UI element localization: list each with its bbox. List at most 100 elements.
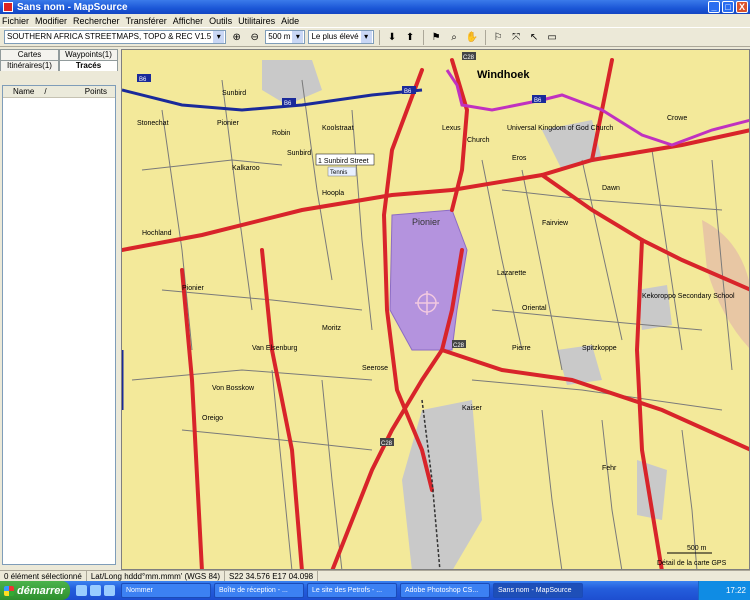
taskbar: démarrer Nommer Boîte de réception - ...… — [0, 581, 750, 600]
shield-b6: B6 — [284, 101, 292, 107]
quick-launch-icon[interactable] — [76, 585, 87, 596]
detail-label: Détail de la carte GPS — [657, 560, 727, 567]
close-button[interactable]: X — [736, 1, 748, 13]
column-sort[interactable]: / — [34, 86, 46, 97]
hand-tool-icon[interactable]: ✋ — [465, 30, 480, 45]
start-button[interactable]: démarrer — [0, 581, 70, 600]
shield-b6: B6 — [139, 77, 147, 83]
cursor-coordinates: S22 34.576 E17 04.098 — [225, 571, 319, 581]
menu-bar: Fichier Modifier Rechercher Transférer A… — [0, 14, 750, 27]
toolbar: SOUTHERN AFRICA STREETMAPS, TOPO & REC V… — [0, 27, 750, 47]
zoom-tool-icon[interactable]: ⌕ — [447, 30, 462, 45]
menu-rechercher[interactable]: Rechercher — [73, 16, 120, 26]
menu-afficher[interactable]: Afficher — [173, 16, 203, 26]
menu-modifier[interactable]: Modifier — [35, 16, 67, 26]
send-to-device-icon[interactable]: ⬆ — [403, 30, 418, 45]
clock[interactable]: 17:22 — [726, 586, 746, 595]
street-label: Sunbird — [222, 90, 246, 97]
street-label: Pionier — [182, 285, 204, 292]
tracks-list[interactable]: Name / Points — [2, 85, 116, 565]
quick-launch-icon[interactable] — [104, 585, 115, 596]
task-button[interactable]: Nommer — [121, 583, 211, 598]
menu-aide[interactable]: Aide — [281, 16, 299, 26]
task-button[interactable]: Adobe Photoshop CS... — [400, 583, 490, 598]
windows-flag-icon — [4, 585, 14, 596]
place-label: Lexus — [442, 125, 461, 132]
waypoint-sub: Tennis — [330, 170, 347, 176]
menu-outils[interactable]: Outils — [209, 16, 232, 26]
street-label: Pionier — [217, 120, 239, 127]
zoom-in-icon[interactable]: ⊕ — [229, 30, 244, 45]
column-points[interactable]: Points — [75, 86, 115, 97]
start-label: démarrer — [17, 584, 65, 597]
menu-utilitaires[interactable]: Utilitaires — [238, 16, 275, 26]
street-label: Fehr — [602, 465, 617, 472]
shield-c28: C28 — [381, 441, 393, 447]
street-label: Robin — [272, 130, 290, 137]
waypoint-tool-icon[interactable]: ⚐ — [491, 30, 506, 45]
coordinate-format: Lat/Long hddd°mm.mmm' (WGS 84) — [87, 571, 226, 581]
toolbar-separator — [422, 29, 424, 45]
receive-from-device-icon[interactable]: ⬇ — [385, 30, 400, 45]
street-label: Von Bosskow — [212, 385, 255, 392]
school-area — [637, 285, 672, 330]
map-view[interactable]: B6 B6 B6 B6 C28 C28 C28 Pionier Windhoek… — [121, 49, 750, 570]
street-label: Hoopla — [322, 190, 344, 197]
street-label: Hochland — [142, 230, 172, 237]
task-button[interactable]: Le site des Petrofs - ... — [307, 583, 397, 598]
tab-waypoints[interactable]: Waypoints(1) — [59, 49, 118, 60]
title-bar: Sans nom - MapSource _ □ X — [0, 0, 750, 14]
sidebar-tabs: Cartes Waypoints(1) Itinéraires(1) Tracé… — [0, 49, 118, 71]
street-label: Spitzkoppe — [582, 345, 617, 352]
route-tool-icon[interactable]: ⤧ — [509, 30, 524, 45]
detail-select[interactable]: Le plus élevé — [308, 30, 374, 44]
street-label: Koolstraat — [322, 125, 354, 132]
area-label: Windhoek — [477, 69, 530, 81]
map-tool-icon[interactable]: ⚑ — [429, 30, 444, 45]
task-button[interactable]: Boîte de réception - ... — [214, 583, 304, 598]
street-label: Seerose — [362, 365, 388, 372]
place-label: Kekoroppo Secondary School — [642, 293, 735, 300]
street-label: Oriental — [522, 305, 547, 312]
street-label: Oreigo — [202, 415, 223, 422]
selection-tool-icon[interactable]: ↖ — [527, 30, 542, 45]
list-header: Name / Points — [3, 86, 115, 98]
maximize-button[interactable]: □ — [722, 1, 734, 13]
waypoint-name: 1 Sunbird Street — [318, 158, 369, 165]
street-label: Fairview — [542, 220, 569, 227]
quick-launch-icon[interactable] — [90, 585, 101, 596]
toolbar-separator — [378, 29, 380, 45]
tab-traces[interactable]: Tracés — [59, 60, 118, 71]
quick-launch — [76, 585, 115, 596]
menu-fichier[interactable]: Fichier — [2, 16, 29, 26]
column-name[interactable]: Name — [3, 86, 34, 97]
tab-itineraires[interactable]: Itinéraires(1) — [0, 60, 59, 71]
measure-tool-icon[interactable]: ▭ — [545, 30, 560, 45]
menu-transferer[interactable]: Transférer — [126, 16, 167, 26]
system-tray: 17:22 — [698, 581, 750, 600]
street-label: Lazarette — [497, 270, 526, 277]
place-label: Church — [467, 137, 490, 144]
zoom-out-icon[interactable]: ⊖ — [247, 30, 262, 45]
street-label: Stonechat — [137, 120, 169, 127]
area-label: Pionier — [412, 217, 440, 227]
street-label: Moritz — [322, 325, 342, 332]
street-label: Pierre — [512, 345, 531, 352]
status-bar: 0 élément sélectionné Lat/Long hddd°mm.m… — [0, 570, 750, 581]
sidebar: Cartes Waypoints(1) Itinéraires(1) Tracé… — [0, 49, 118, 570]
place-label: Universal Kingdom of God Church — [507, 125, 613, 132]
street-label: Crowe — [667, 115, 687, 122]
shield-b6: B6 — [404, 89, 412, 95]
map-canvas[interactable]: B6 B6 B6 B6 C28 C28 C28 Pionier Windhoek… — [122, 50, 750, 570]
window-title: Sans nom - MapSource — [17, 1, 128, 13]
map-product-select[interactable]: SOUTHERN AFRICA STREETMAPS, TOPO & REC V… — [4, 30, 227, 44]
shield-c28: C28 — [463, 55, 475, 61]
minimize-button[interactable]: _ — [708, 1, 720, 13]
zoom-scale-select[interactable]: 500 m — [265, 30, 306, 44]
app-icon — [3, 2, 13, 12]
task-button[interactable]: Sans nom - MapSource — [493, 583, 583, 598]
shield-b6: B6 — [534, 98, 542, 104]
tab-cartes[interactable]: Cartes — [0, 49, 59, 60]
shield-c28: C28 — [453, 343, 465, 349]
toolbar-separator — [484, 29, 486, 45]
